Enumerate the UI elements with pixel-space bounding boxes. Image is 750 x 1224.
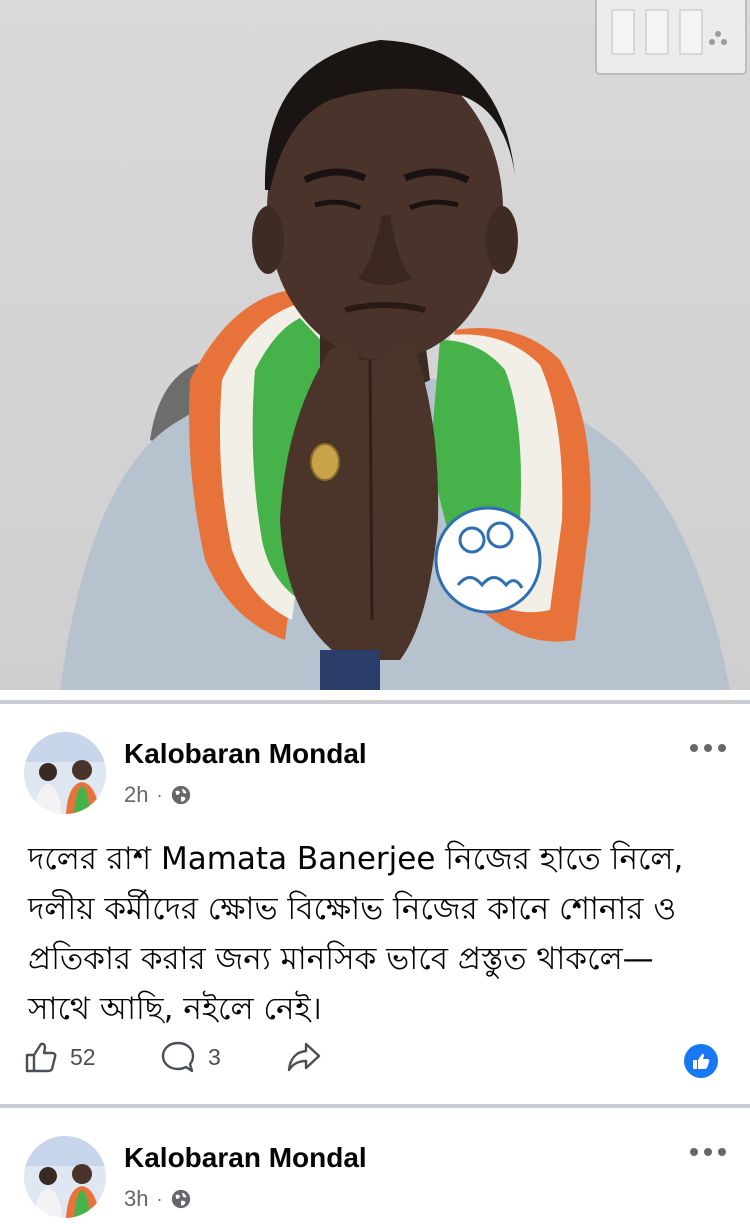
like-reaction-icon[interactable] — [684, 1044, 718, 1078]
post-time[interactable]: 2h — [124, 782, 148, 808]
avatar-image — [24, 732, 106, 814]
post-text-line: সাথে আছি, নইলে নেই। — [28, 991, 322, 1027]
post-card: Kalobaran Mondal 3h · — [0, 1108, 750, 1224]
post-text: দলের রাশ Mamata Banerjee নিজের হাতে নিলে… — [28, 834, 728, 1034]
post-actions: 52 3 — [24, 1040, 724, 1084]
meta-separator: · — [156, 784, 163, 805]
meta-separator: · — [156, 1188, 163, 1209]
post-text-line: দলীয় কর্মীদের ক্ষোভ বিক্ষোভ নিজের কানে … — [28, 891, 677, 927]
post-meta: 2h · — [124, 782, 192, 808]
post-time[interactable]: 3h — [124, 1186, 148, 1212]
post-card: Kalobaran Mondal 2h · দলের রাশ Mamata Ba… — [0, 704, 750, 1104]
share-icon — [287, 1042, 321, 1072]
like-count: 52 — [70, 1043, 96, 1070]
share-button[interactable] — [286, 1040, 322, 1074]
post-meta: 3h · — [124, 1186, 192, 1212]
globe-icon — [172, 1189, 191, 1209]
photo-illustration — [60, 0, 747, 690]
globe-icon — [172, 785, 191, 805]
thumbs-up-icon — [693, 1053, 710, 1069]
thumbs-up-icon — [25, 1042, 57, 1073]
comment-count: 3 — [208, 1043, 221, 1070]
avatar[interactable] — [24, 1136, 106, 1218]
more-options-icon[interactable] — [688, 1144, 728, 1160]
avatar-image — [24, 1136, 106, 1218]
comment-button[interactable]: 3 — [160, 1040, 221, 1074]
more-options-icon[interactable] — [688, 740, 728, 756]
like-button[interactable]: 52 — [24, 1040, 96, 1074]
comment-icon — [161, 1041, 195, 1073]
post-text-line: দলের রাশ Mamata Banerjee নিজের হাতে নিলে… — [28, 841, 684, 877]
post-photo[interactable] — [0, 0, 750, 690]
avatar[interactable] — [24, 732, 106, 814]
author-name[interactable]: Kalobaran Mondal — [124, 738, 367, 770]
post-text-line: প্রতিকার করার জন্য মানসিক ভাবে প্রস্তুত … — [28, 941, 654, 977]
author-name[interactable]: Kalobaran Mondal — [124, 1142, 367, 1174]
